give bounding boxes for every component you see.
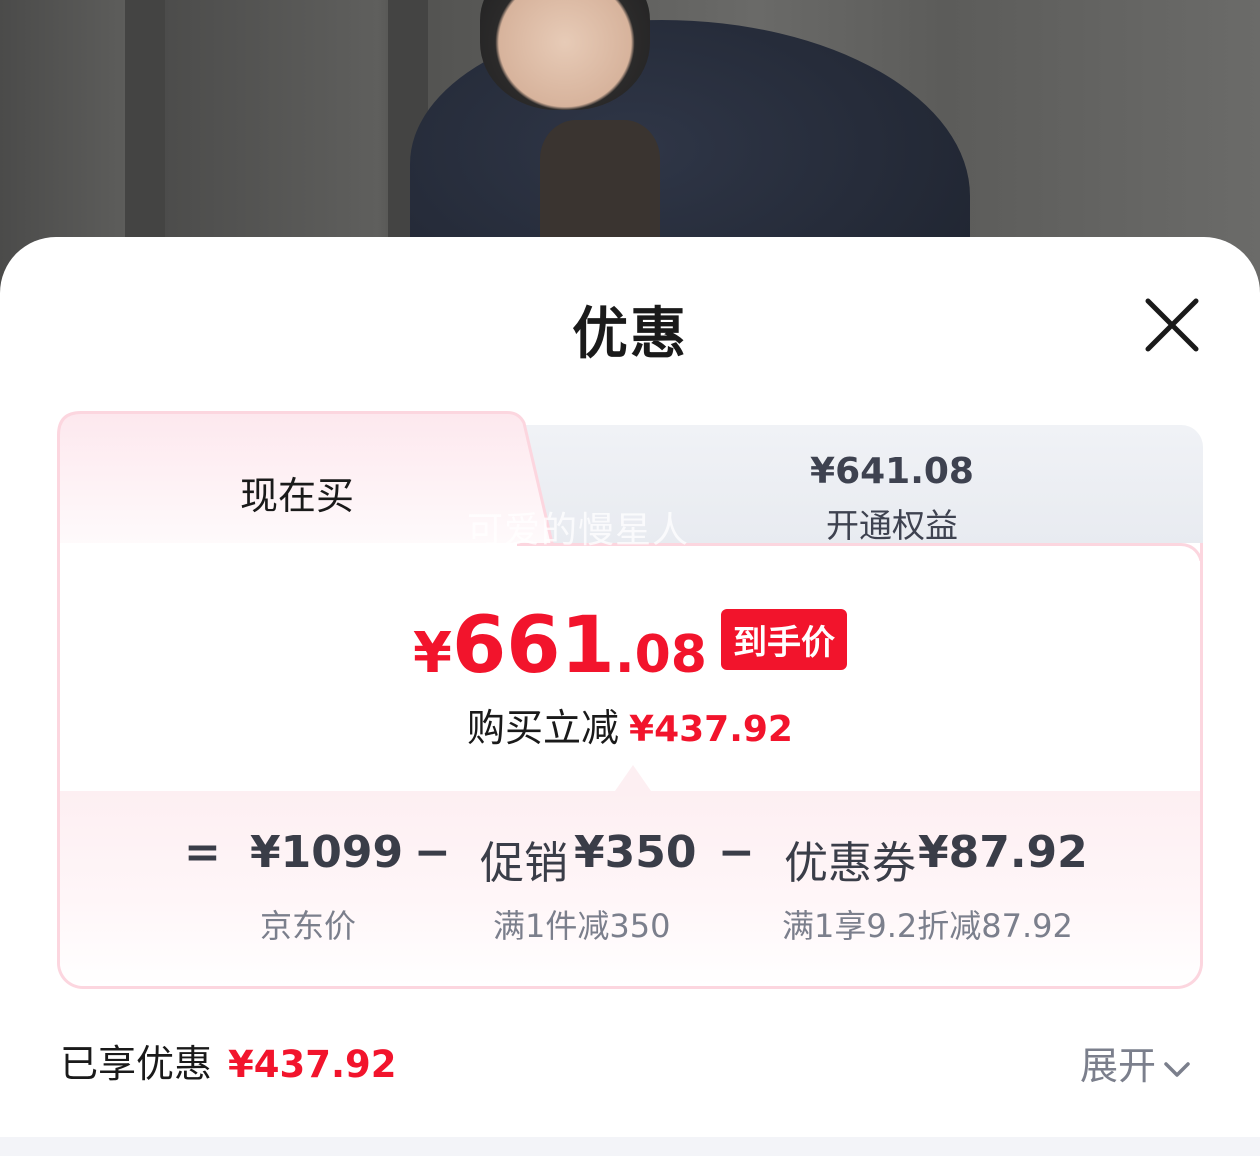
model-collar bbox=[540, 120, 660, 250]
expand-button[interactable]: 展开 bbox=[1080, 1035, 1192, 1090]
promo-value: ¥350 bbox=[574, 827, 697, 878]
instant-discount-label: 购买立减 bbox=[467, 706, 620, 750]
chevron-down-icon bbox=[1164, 1061, 1190, 1077]
final-price: ¥661.08 到手价 bbox=[57, 601, 1203, 691]
jd-price-value: ¥1099 bbox=[250, 827, 404, 878]
enjoyed-discount-amount: ¥437.92 bbox=[228, 1043, 397, 1086]
sheet-title: 优惠 bbox=[572, 302, 688, 367]
breakdown-formula: = ¥1099 − 促销 ¥350 − 优惠券 ¥87.92 bbox=[60, 827, 1200, 889]
instant-discount-amount: ¥437.92 bbox=[629, 709, 793, 750]
enjoyed-discount: 已享优惠 ¥437.92 bbox=[60, 1033, 397, 1088]
minus-sign: − bbox=[718, 827, 755, 878]
price-breakdown: = ¥1099 − 促销 ¥350 − 优惠券 ¥87.92 京东价 满1件减3… bbox=[60, 765, 1200, 986]
close-icon bbox=[1145, 298, 1199, 352]
promo-name: 促销 bbox=[480, 838, 568, 889]
coupon-value: ¥87.92 bbox=[918, 827, 1088, 878]
minus-sign: − bbox=[414, 827, 451, 878]
breakdown-notch bbox=[615, 765, 651, 791]
price-integer: 661 bbox=[452, 601, 615, 691]
currency-symbol: ¥ bbox=[413, 621, 452, 686]
instant-discount: 购买立减 ¥437.92 bbox=[57, 697, 1203, 752]
tab-buy-now[interactable]: 现在买 bbox=[177, 465, 417, 520]
final-price-badge: 到手价 bbox=[720, 609, 847, 670]
equals-sign: = bbox=[184, 827, 221, 878]
discount-sheet: 优惠 ¥641.08 开通权益 现在买 可爱的慢星人 ¥661.08 到手价 购… bbox=[0, 237, 1260, 1156]
watermark-text: 可爱的慢星人 bbox=[467, 510, 690, 551]
promo-caption: 满1件减350 bbox=[493, 907, 671, 945]
member-price: ¥641.08 bbox=[810, 451, 974, 492]
coupon-name: 优惠券 bbox=[784, 838, 916, 889]
bottom-divider bbox=[0, 1137, 1260, 1156]
enjoyed-discount-label: 已享优惠 bbox=[60, 1042, 213, 1086]
close-button[interactable] bbox=[1140, 293, 1204, 357]
jd-price-caption: 京东价 bbox=[260, 907, 357, 945]
coupon-caption: 满1享9.2折减87.92 bbox=[782, 907, 1073, 945]
price-decimal: .08 bbox=[614, 625, 707, 685]
expand-label: 展开 bbox=[1080, 1044, 1157, 1088]
price-card: ¥641.08 开通权益 现在买 可爱的慢星人 ¥661.08 到手价 购买立减 ¥… bbox=[57, 411, 1203, 991]
